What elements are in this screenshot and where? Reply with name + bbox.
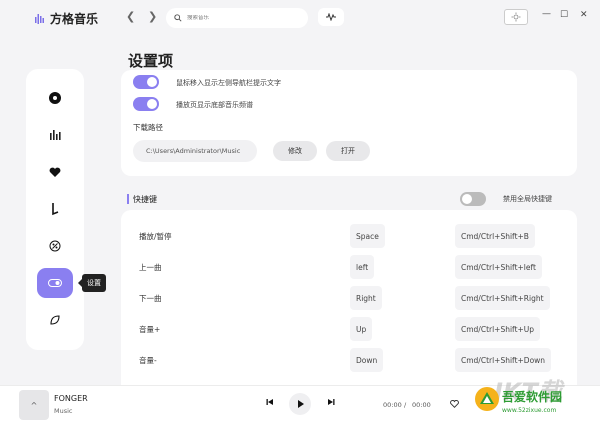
spectrum-button[interactable] <box>318 8 344 26</box>
shortcut-name: 音量+ <box>139 325 161 334</box>
sidebar-item-recent[interactable] <box>37 194 73 224</box>
search-box[interactable] <box>166 8 308 28</box>
play-button[interactable] <box>289 393 311 415</box>
shortcut-row: 音量- Down Cmd/Ctrl+Shift+Down <box>121 348 577 372</box>
chevron-up-icon: ^ <box>30 400 38 410</box>
sidebar <box>26 69 84 350</box>
shortcut-row: 播放/暂停 Space Cmd/Ctrl+Shift+B <box>121 224 577 248</box>
heart-outline-icon[interactable] <box>450 400 459 408</box>
open-path-button[interactable]: 打开 <box>326 141 370 161</box>
sidebar-item-leaf[interactable] <box>37 305 73 335</box>
sidebar-tooltip: 设置 <box>78 274 106 292</box>
forward-arrow-icon[interactable]: ❯ <box>148 10 157 23</box>
minimize-icon[interactable]: — <box>542 9 551 19</box>
shortcut-row: 音量+ Up Cmd/Ctrl+Shift+Up <box>121 317 577 341</box>
sun-icon <box>511 12 521 22</box>
shortcut-row: 上一曲 left Cmd/Ctrl+Shift+left <box>121 255 577 279</box>
disc-icon <box>49 92 61 104</box>
shortcut-key[interactable]: Up <box>350 317 373 341</box>
leaf-icon <box>50 315 60 325</box>
current-time: 00:00 <box>383 401 402 409</box>
shortcut-row: 下一曲 Right Cmd/Ctrl+Shift+Right <box>121 286 577 310</box>
shortcut-global-key[interactable]: Cmd/Ctrl+Shift+Right <box>455 286 550 310</box>
sidebar-item-disc[interactable] <box>37 83 73 113</box>
back-arrow-icon[interactable]: ❮ <box>126 10 135 23</box>
shortcut-key[interactable]: Space <box>350 224 385 248</box>
play-icon <box>297 400 304 408</box>
shortcut-global-key[interactable]: Cmd/Ctrl+Shift+B <box>455 224 535 248</box>
shortcut-name: 下一曲 <box>139 294 162 303</box>
app-logo: 方格音乐 <box>34 10 98 27</box>
sidebar-item-library[interactable] <box>37 231 73 261</box>
watermark-logo-icon <box>475 387 499 411</box>
artist-name: Music <box>54 407 73 415</box>
music-note-icon <box>52 203 59 216</box>
shortcut-global-key[interactable]: Cmd/Ctrl+Shift+Up <box>455 317 541 341</box>
circle-slash-icon <box>49 240 61 252</box>
maximize-icon[interactable]: ☐ <box>560 10 568 20</box>
shortcut-key[interactable]: Down <box>350 348 384 372</box>
modify-path-button[interactable]: 修改 <box>273 141 317 161</box>
toggle-icon <box>48 279 62 287</box>
shortcut-name: 播放/暂停 <box>139 232 172 241</box>
watermark: IKT载 吾爱软件园 www.52zixue.com <box>472 370 600 424</box>
download-path-field: C:\Users\Administrator\Music <box>133 140 257 162</box>
total-time: 00:00 <box>412 401 431 409</box>
bar-chart-icon <box>50 130 61 140</box>
heart-icon <box>49 167 61 177</box>
shortcuts-section-title: 快捷键 <box>133 195 157 204</box>
shortcut-name: 上一曲 <box>139 263 162 272</box>
download-path-label: 下载路径 <box>133 123 163 132</box>
next-icon[interactable] <box>327 398 335 406</box>
toggle-spectrum[interactable] <box>133 97 159 111</box>
song-title: FONGER <box>54 394 88 403</box>
shortcut-key[interactable]: left <box>350 255 375 279</box>
album-cover[interactable]: ^ <box>19 390 49 420</box>
shortcut-key[interactable]: Right <box>350 286 382 310</box>
disable-global-shortcuts-label: 禁用全局快捷键 <box>503 195 552 203</box>
shortcut-global-key[interactable]: Cmd/Ctrl+Shift+left <box>455 255 542 279</box>
watermark-url: www.52zixue.com <box>502 407 557 414</box>
shortcut-global-key[interactable]: Cmd/Ctrl+Shift+Down <box>455 348 552 372</box>
previous-icon[interactable] <box>266 398 274 406</box>
section-accent-bar <box>127 194 129 204</box>
search-icon <box>174 14 182 22</box>
watermark-site-name: 吾爱软件园 <box>502 390 563 404</box>
shortcut-name: 音量- <box>139 356 157 365</box>
search-input[interactable] <box>187 15 297 21</box>
option-nav-tooltip-label: 鼠标移入显示左侧导航栏提示文字 <box>176 79 281 87</box>
title-bar: 方格音乐 ❮ ❯ — ☐ ✕ <box>0 0 600 36</box>
sidebar-item-favorites[interactable] <box>37 157 73 187</box>
option-spectrum-label: 播放页显示底部音乐频谱 <box>176 101 253 109</box>
page-title: 设置项 <box>128 52 174 70</box>
app-name: 方格音乐 <box>50 12 99 26</box>
close-icon[interactable]: ✕ <box>580 10 588 20</box>
logo-icon <box>35 13 44 24</box>
time-separator: / <box>404 401 407 409</box>
sidebar-item-settings[interactable] <box>37 268 73 298</box>
waveform-icon <box>326 13 336 21</box>
theme-toggle-button[interactable] <box>504 9 528 25</box>
toggle-nav-tooltip[interactable] <box>133 75 159 89</box>
shortcuts-card: 播放/暂停 Space Cmd/Ctrl+Shift+B 上一曲 left Cm… <box>121 210 577 385</box>
toggle-disable-global-shortcuts[interactable] <box>460 192 486 206</box>
sidebar-item-charts[interactable] <box>37 120 73 150</box>
